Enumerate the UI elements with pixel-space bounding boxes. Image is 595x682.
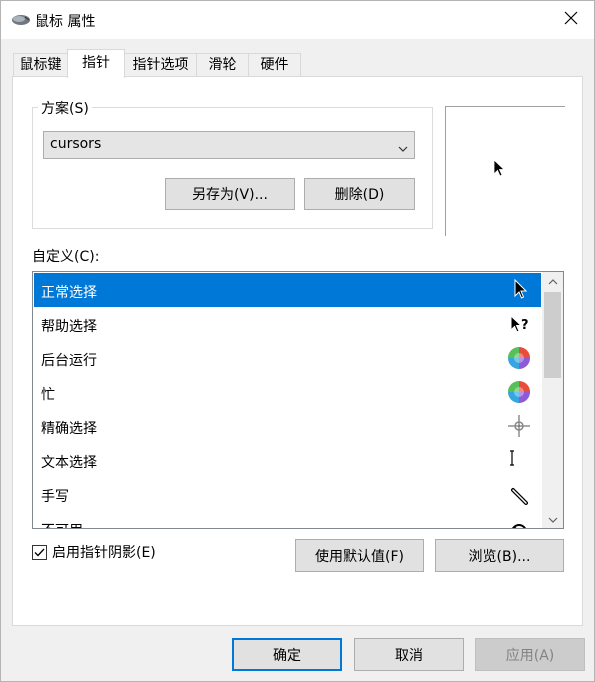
help-cursor-icon: ? — [505, 310, 533, 338]
list-item-label: 不可用 — [41, 520, 83, 528]
tab-pointers[interactable]: 指针 — [67, 49, 125, 78]
list-item-label: 精确选择 — [41, 421, 97, 437]
browse-button[interactable]: 浏览(B)... — [435, 539, 564, 572]
cursor-list[interactable]: 正常选择 帮助选择 ? 后台运行 忙 精确选择 文本选择 手写 — [32, 271, 564, 529]
list-item[interactable]: 帮助选择 ? — [34, 307, 541, 341]
list-item-label: 帮助选择 — [41, 319, 97, 335]
tab-wheel[interactable]: 滑轮 — [196, 53, 249, 77]
save-as-button[interactable]: 另存为(V)... — [165, 178, 295, 210]
arrow-cursor-icon — [505, 276, 533, 304]
list-item[interactable]: 文本选择 — [34, 443, 541, 477]
cursor-preview — [445, 106, 565, 236]
tab-buttons[interactable]: 鼠标键 — [13, 53, 68, 77]
list-item-label: 正常选择 — [41, 285, 97, 301]
title-bar: 鼠标 属性 — [1, 1, 594, 39]
chevron-down-icon — [548, 512, 558, 528]
window-title: 鼠标 属性 — [35, 14, 96, 30]
use-default-button[interactable]: 使用默认值(F) — [295, 539, 424, 572]
text-cursor-icon — [505, 446, 533, 474]
list-item[interactable]: 后台运行 — [34, 341, 541, 375]
cancel-button[interactable]: 取消 — [354, 638, 464, 671]
tab-hardware[interactable]: 硬件 — [248, 53, 301, 77]
list-item[interactable]: 不可用 — [34, 511, 541, 528]
mouse-icon — [11, 13, 31, 27]
scroll-down-button[interactable] — [542, 511, 563, 528]
pointer-shadow-option[interactable]: 启用指针阴影(E) — [32, 543, 156, 561]
list-item[interactable]: 正常选择 — [34, 273, 541, 307]
apply-button[interactable]: 应用(A) — [475, 638, 585, 671]
list-item-label: 手写 — [41, 489, 69, 505]
delete-button[interactable]: 删除(D) — [304, 178, 415, 210]
list-item[interactable]: 忙 — [34, 375, 541, 409]
list-item-label: 后台运行 — [41, 353, 97, 369]
scroll-thumb[interactable] — [544, 292, 561, 378]
customize-label: 自定义(C): — [32, 249, 100, 265]
working-cursor-icon — [505, 344, 533, 372]
list-scrollbar[interactable] — [542, 272, 563, 528]
list-item-label: 文本选择 — [41, 455, 97, 471]
svg-text:?: ? — [521, 318, 529, 333]
unavailable-cursor-icon — [505, 514, 533, 528]
scheme-group-label: 方案(S) — [38, 98, 92, 118]
ok-button[interactable]: 确定 — [232, 638, 342, 671]
preview-arrow-cursor-icon — [493, 159, 507, 183]
list-item-label: 忙 — [41, 387, 55, 403]
scheme-group — [32, 107, 433, 229]
pointer-shadow-checkbox[interactable] — [32, 544, 47, 560]
crosshair-cursor-icon — [505, 412, 533, 440]
pen-cursor-icon — [505, 480, 533, 508]
chevron-up-icon — [548, 273, 558, 289]
tab-pointer-options[interactable]: 指针选项 — [124, 53, 197, 77]
close-button[interactable] — [548, 1, 594, 39]
pointers-panel: 方案(S) cursors 另存为(V)... 删除(D) 自定义(C): 正常… — [12, 76, 583, 626]
scheme-dropdown-value: cursors — [50, 136, 102, 152]
busy-cursor-icon — [505, 378, 533, 406]
scroll-up-button[interactable] — [542, 272, 563, 289]
close-icon — [564, 11, 578, 29]
scheme-dropdown[interactable]: cursors — [43, 131, 415, 159]
list-item[interactable]: 精确选择 — [34, 409, 541, 443]
list-item[interactable]: 手写 — [34, 477, 541, 511]
pointer-shadow-label: 启用指针阴影(E) — [52, 545, 156, 561]
chevron-down-icon — [398, 141, 408, 152]
